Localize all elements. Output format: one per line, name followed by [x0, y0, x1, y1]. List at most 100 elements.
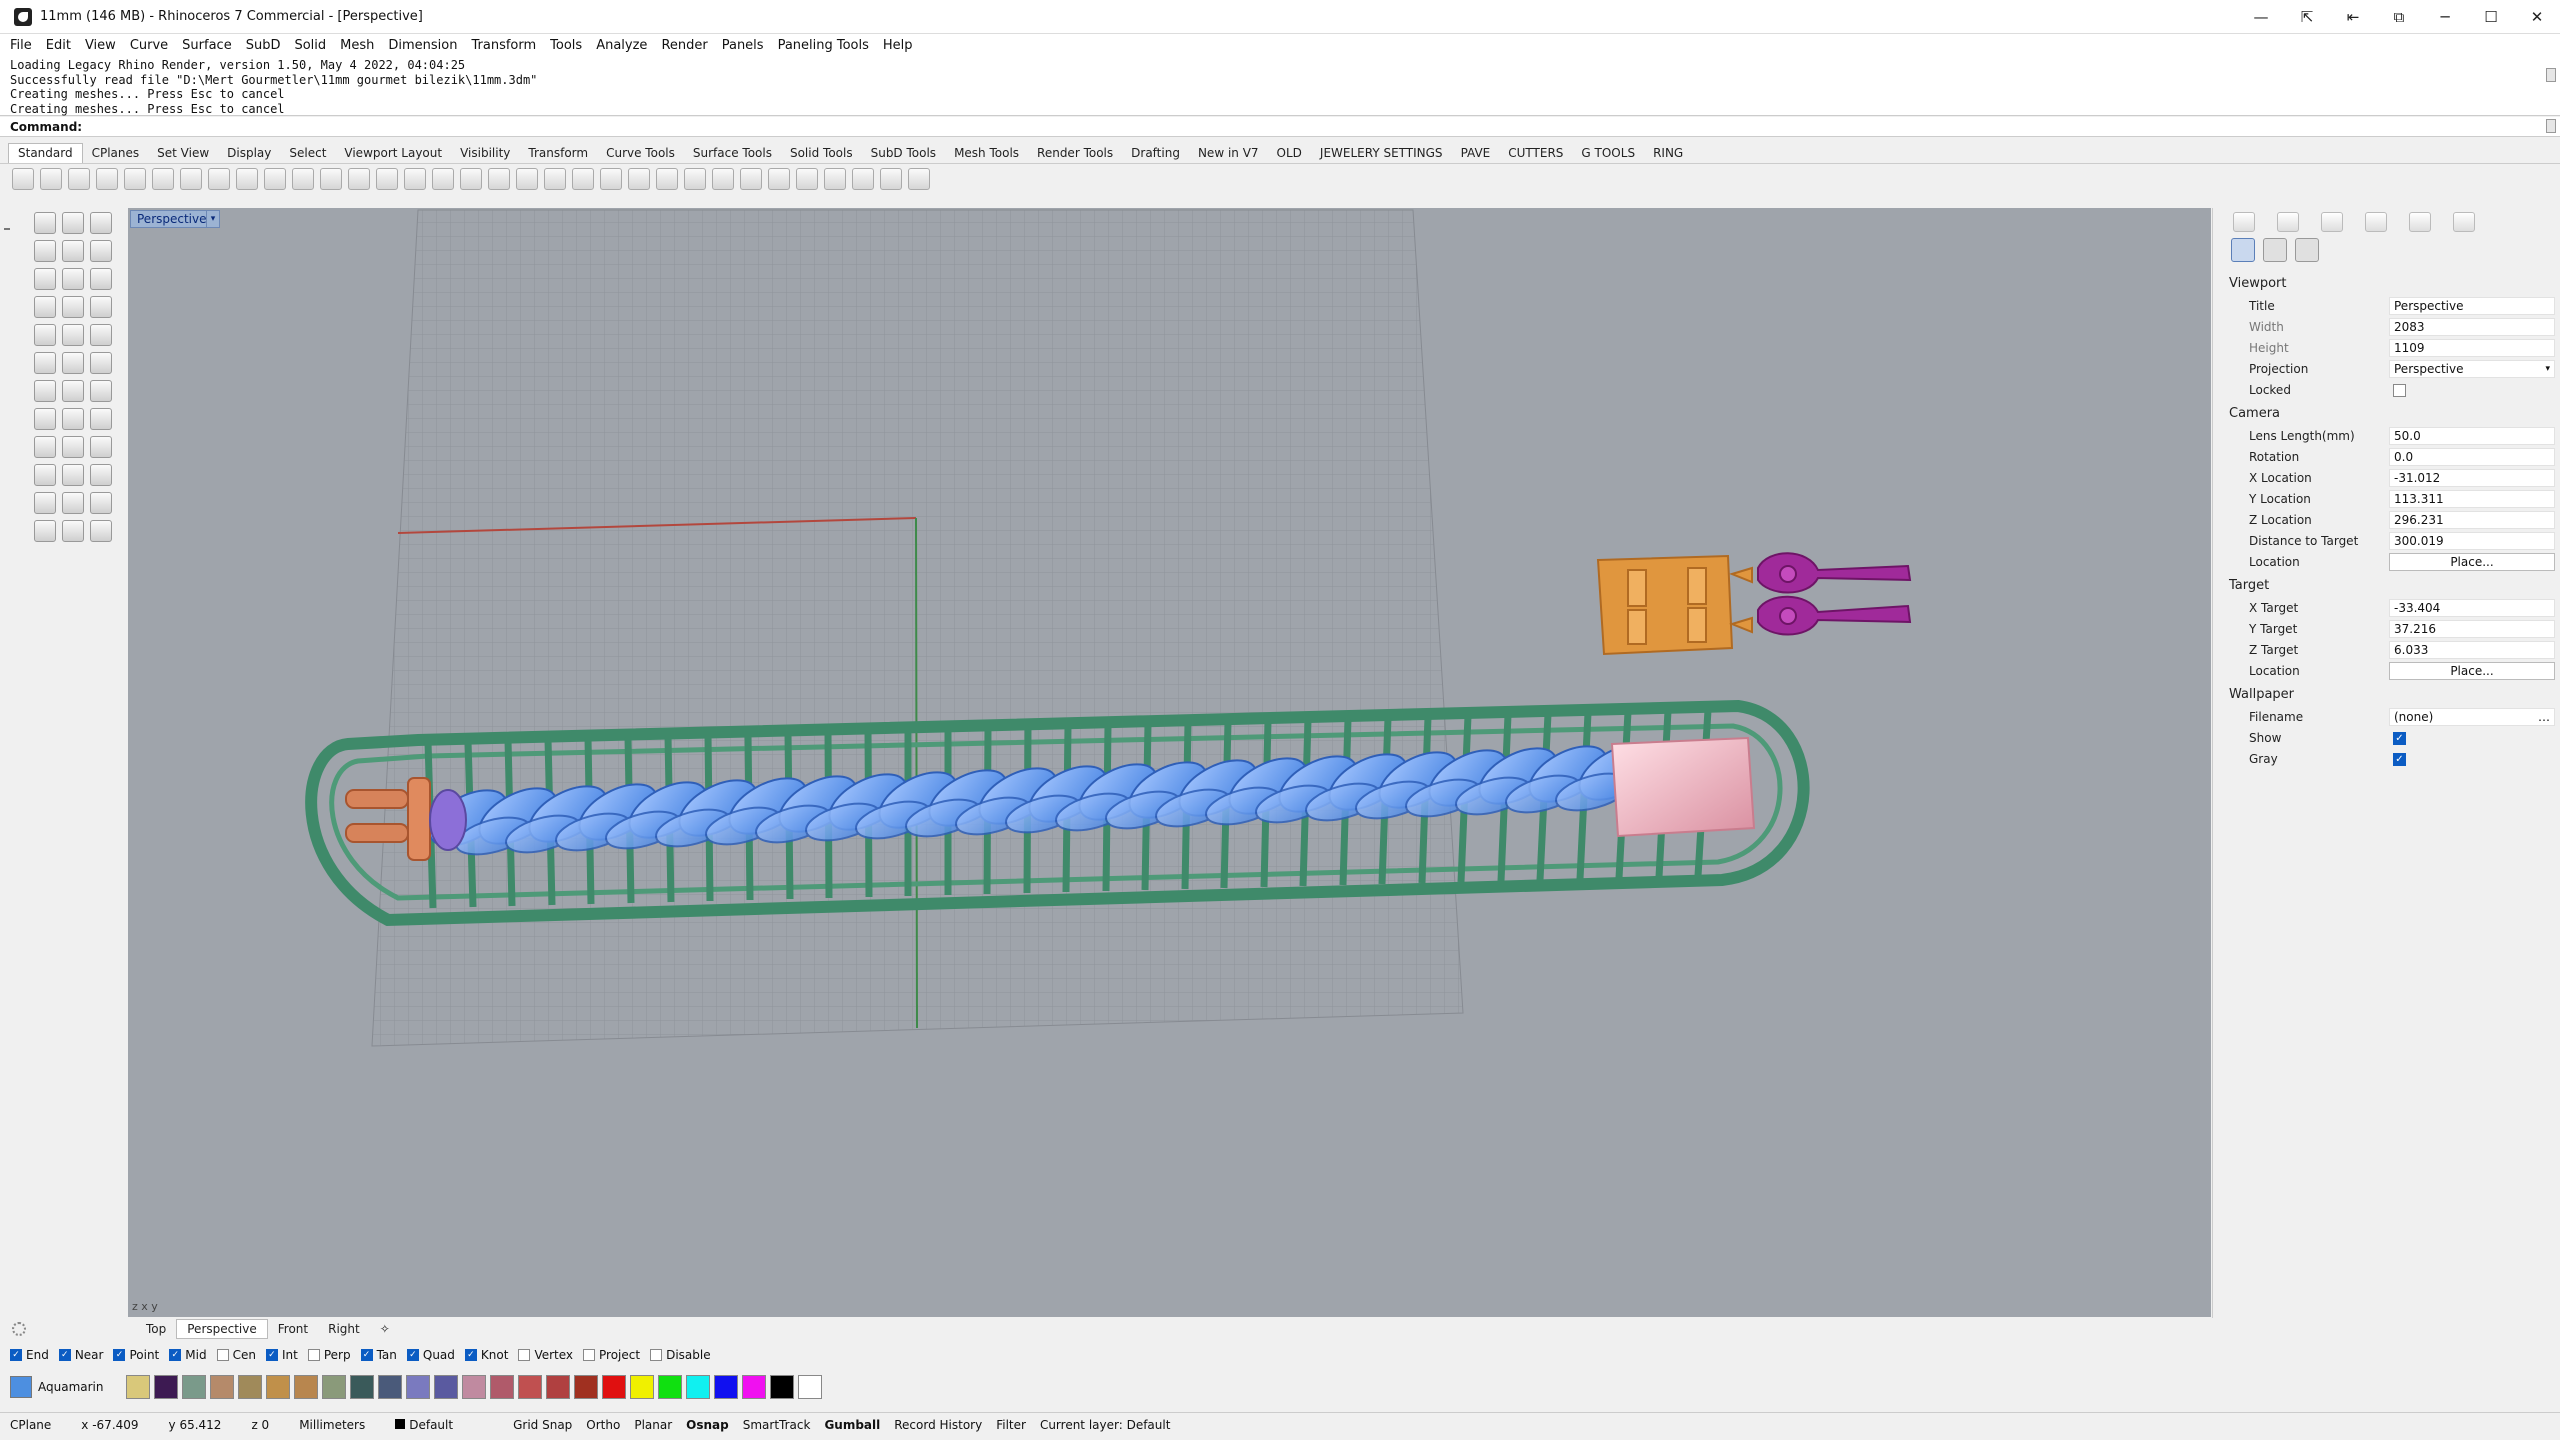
cylinder-icon[interactable]: [90, 324, 112, 346]
pane-ortho[interactable]: Ortho: [586, 1418, 620, 1432]
status-layer[interactable]: Default: [395, 1418, 483, 1432]
osnap-checkbox[interactable]: ✓: [406, 1349, 419, 1361]
ellipse-icon[interactable]: [90, 268, 112, 290]
join-icon[interactable]: [62, 408, 84, 430]
mirror-icon[interactable]: [90, 464, 112, 486]
color-swatch[interactable]: [266, 1375, 290, 1399]
title-field[interactable]: Perspective: [2389, 297, 2555, 315]
select-icon[interactable]: [516, 168, 538, 190]
render-globe-icon[interactable]: [768, 168, 790, 190]
gray-checkbox[interactable]: ✓: [2393, 752, 2406, 766]
settings-gear-icon[interactable]: [12, 1322, 26, 1336]
menu-file[interactable]: File: [10, 38, 32, 53]
color-swatch[interactable]: [294, 1375, 318, 1399]
color-swatch[interactable]: [210, 1375, 234, 1399]
color-swatch[interactable]: [238, 1375, 262, 1399]
layout-icon[interactable]: ⧉: [2376, 0, 2422, 34]
explode-icon[interactable]: [34, 408, 56, 430]
fillet-curve-icon[interactable]: [34, 296, 56, 318]
restore-docked-icon[interactable]: ⇱: [2284, 0, 2330, 34]
osnap-point[interactable]: ✓ Point: [113, 1348, 159, 1362]
osnap-checkbox[interactable]: ✓: [265, 1349, 278, 1361]
zoom-icon[interactable]: [320, 168, 342, 190]
menu-subd[interactable]: SubD: [246, 38, 281, 53]
history-scrollbar[interactable]: [2546, 68, 2556, 82]
tab-drafting[interactable]: Drafting: [1122, 146, 1189, 163]
add-view-tab-icon[interactable]: ✧: [370, 1320, 400, 1338]
z-target-field[interactable]: 6.033: [2389, 641, 2555, 659]
osnap-tan[interactable]: ✓ Tan: [360, 1348, 397, 1362]
pane-grid-snap[interactable]: Grid Snap: [513, 1418, 572, 1432]
menu-view[interactable]: View: [85, 38, 116, 53]
color-swatch[interactable]: [714, 1375, 738, 1399]
undo-icon[interactable]: [236, 168, 258, 190]
new-file-icon[interactable]: [12, 168, 34, 190]
viewport-title-label[interactable]: Perspective: [130, 210, 214, 228]
target-place-button[interactable]: Place...: [2389, 662, 2555, 680]
layer-icon[interactable]: [656, 168, 678, 190]
osnap-checkbox[interactable]: [650, 1349, 663, 1361]
trim-icon[interactable]: [90, 408, 112, 430]
current-layer-swatch[interactable]: [10, 1376, 32, 1398]
rotate-view-icon[interactable]: [404, 168, 426, 190]
menu-paneling-tools[interactable]: Paneling Tools: [778, 38, 869, 53]
tab-curve-tools[interactable]: Curve Tools: [597, 146, 684, 163]
view-tab-front[interactable]: Front: [268, 1320, 318, 1338]
color-swatch[interactable]: [686, 1375, 710, 1399]
color-swatch[interactable]: [350, 1375, 374, 1399]
pane-record-history[interactable]: Record History: [894, 1418, 982, 1432]
zoom-extents-icon[interactable]: [376, 168, 398, 190]
command-scroll[interactable]: [2546, 119, 2556, 133]
pane-smarttrack[interactable]: SmartTrack: [743, 1418, 811, 1432]
tab-transform[interactable]: Transform: [519, 146, 597, 163]
paste-icon[interactable]: [208, 168, 230, 190]
color-swatch[interactable]: [798, 1375, 822, 1399]
hatch-icon[interactable]: [90, 380, 112, 402]
cut-icon[interactable]: [152, 168, 174, 190]
light-render-icon[interactable]: [90, 352, 112, 374]
shaded-sphere-icon[interactable]: [712, 168, 734, 190]
osnap-knot[interactable]: ✓ Knot: [464, 1348, 508, 1362]
osnap-checkbox[interactable]: ✓: [464, 1349, 477, 1361]
box-icon[interactable]: [34, 324, 56, 346]
camera-place-button[interactable]: Place...: [2389, 553, 2555, 571]
units-indicator[interactable]: Millimeters: [299, 1418, 365, 1432]
menu-curve[interactable]: Curve: [130, 38, 168, 53]
boolean-union-icon[interactable]: [62, 324, 84, 346]
osnap-mid[interactable]: ✓ Mid: [169, 1348, 207, 1362]
color-swatch[interactable]: [546, 1375, 570, 1399]
orient-icon[interactable]: [62, 492, 84, 514]
color-swatch[interactable]: [770, 1375, 794, 1399]
point-icon[interactable]: [62, 212, 84, 234]
osnap-checkbox[interactable]: ✓: [10, 1349, 22, 1361]
tab-standard[interactable]: Standard: [8, 143, 83, 163]
y-location-field[interactable]: 113.311: [2389, 490, 2555, 508]
palette-grip[interactable]: [4, 228, 10, 230]
four-views-icon[interactable]: [460, 168, 482, 190]
tab-jewelery-settings[interactable]: JEWELERY SETTINGS: [1311, 146, 1452, 163]
tab-surface-tools[interactable]: Surface Tools: [684, 146, 781, 163]
color-swatch[interactable]: [630, 1375, 654, 1399]
osnap-vertex[interactable]: Vertex: [518, 1348, 573, 1362]
tab-new-in-v7[interactable]: New in V7: [1189, 146, 1268, 163]
move-icon[interactable]: [62, 436, 84, 458]
tab-render-tools[interactable]: Render Tools: [1028, 146, 1122, 163]
menu-analyze[interactable]: Analyze: [596, 38, 647, 53]
pan-hand-icon[interactable]: [264, 168, 286, 190]
layers-tab-icon[interactable]: [2453, 212, 2475, 232]
tab-cplanes[interactable]: CPlanes: [83, 146, 149, 163]
close-button[interactable]: ✕: [2514, 0, 2560, 34]
flow-icon[interactable]: [90, 492, 112, 514]
pane-filter[interactable]: Filter: [996, 1418, 1026, 1432]
view-tab-right[interactable]: Right: [318, 1320, 370, 1338]
color-swatch[interactable]: [602, 1375, 626, 1399]
tab-ring[interactable]: RING: [1644, 146, 1692, 163]
color-swatch[interactable]: [658, 1375, 682, 1399]
osnap-near[interactable]: ✓ Near: [58, 1348, 103, 1362]
select-arrow-icon[interactable]: [34, 212, 56, 234]
osnap-cen[interactable]: Cen: [216, 1348, 256, 1362]
menu-surface[interactable]: Surface: [182, 38, 232, 53]
help-icon[interactable]: [908, 168, 930, 190]
rendered-sphere-icon[interactable]: [740, 168, 762, 190]
view-tab-perspective[interactable]: Perspective: [176, 1319, 268, 1339]
